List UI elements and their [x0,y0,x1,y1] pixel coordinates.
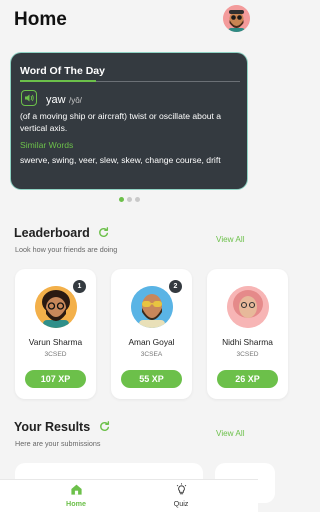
avatar [131,286,173,328]
results-subtitle: Here are your submissions [15,439,101,448]
word-of-the-day-heading: Word Of The Day [20,65,105,77]
avatar [35,286,77,328]
phonetic-text: /yô/ [69,96,82,105]
carousel-dot[interactable] [135,197,140,202]
refresh-icon[interactable] [99,421,110,432]
nav-home[interactable]: Home [46,483,106,508]
carousel-dot[interactable] [119,197,124,202]
speaker-icon [25,94,34,102]
definition-text: (of a moving ship or aircraft) twist or … [20,111,222,133]
leaderboard-name: Aman Goyal [128,337,175,347]
leaderboard-title: Leaderboard [14,226,90,240]
results-title: Your Results [14,420,91,434]
speaker-button[interactable] [21,90,37,106]
leaderboard-section: 3CSED [236,351,259,358]
avatar-icon [227,286,269,328]
avatar-icon [131,286,173,328]
carousel-indicator [119,197,140,202]
user-avatar-icon [223,5,250,32]
lightbulb-icon [176,483,186,495]
page-title: Home [14,9,67,30]
home-icon [70,484,82,495]
user-avatar[interactable] [223,5,250,32]
nav-quiz[interactable]: Quiz [151,483,211,508]
leaderboard-card[interactable]: 2 Aman Goyal 3CSEA 55 XP [111,269,192,399]
carousel-dot[interactable] [127,197,132,202]
leaderboard-subtitle: Look how your friends are doing [15,245,118,254]
word-text: yaw [46,94,66,106]
similar-words-text: swerve, swing, veer, slew, skew, change … [20,155,221,165]
xp-badge: 55 XP [121,370,182,388]
app-header: Home [0,0,258,40]
nav-home-label: Home [66,499,86,508]
leaderboard-view-all-link[interactable]: View All [216,235,245,244]
similar-words-label: Similar Words [20,140,74,150]
avatar-icon [35,286,77,328]
bottom-nav: Home Quiz [0,479,258,512]
leaderboard-card[interactable]: Nidhi Sharma 3CSED 26 XP [207,269,288,399]
results-view-all-link[interactable]: View All [216,429,245,438]
leaderboard-name: Varun Sharma [28,337,83,347]
avatar [227,286,269,328]
rank-badge: 1 [73,280,86,293]
leaderboard-name: Nidhi Sharma [222,337,273,347]
leaderboard-card[interactable]: 1 Varun Sharma 3CSED 107 XP [15,269,96,399]
leaderboard-section: 3CSEA [140,351,163,358]
leaderboard-section: 3CSED [44,351,67,358]
xp-badge: 26 XP [217,370,278,388]
refresh-icon[interactable] [98,227,109,238]
word-of-the-day-card[interactable]: Word Of The Day yaw /yô/ (of a moving sh… [11,53,247,189]
rank-badge: 2 [169,280,182,293]
nav-quiz-label: Quiz [173,499,189,508]
xp-badge: 107 XP [25,370,86,388]
heading-underline [20,80,96,82]
